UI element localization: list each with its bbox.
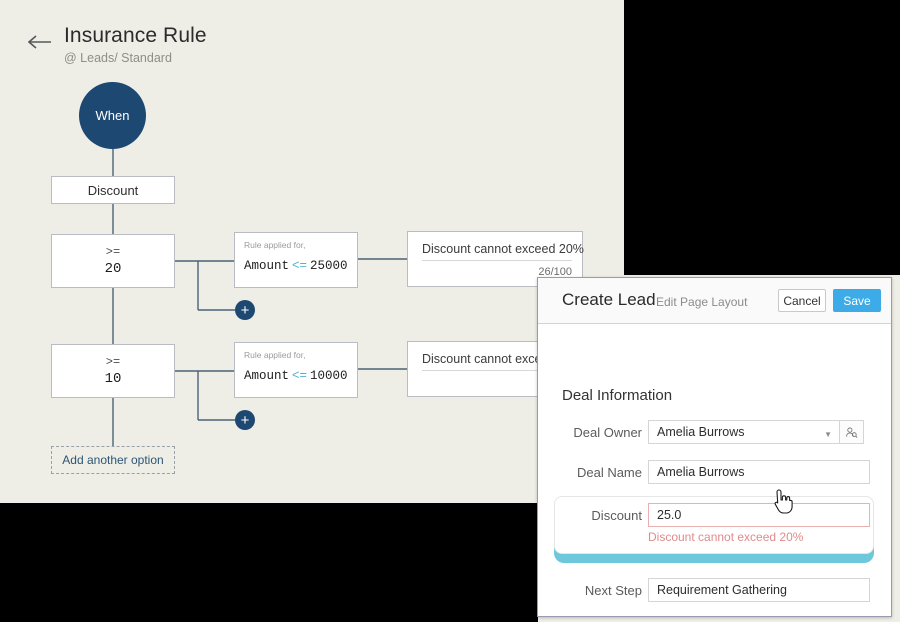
condition-2-value: 10	[104, 370, 122, 387]
cancel-button[interactable]: Cancel	[778, 289, 826, 312]
form-row-deal-name: Deal Name Amelia Burrows	[538, 460, 891, 484]
discount-label: Discount	[591, 507, 642, 523]
add-another-option-label: Add another option	[62, 453, 164, 467]
next-step-input[interactable]: Requirement Gathering	[648, 578, 870, 602]
add-rule-button-2[interactable]: +	[235, 410, 255, 430]
next-step-value: Requirement Gathering	[657, 583, 787, 597]
flow-node-condition-1[interactable]: >= 20	[51, 234, 175, 288]
user-lookup-icon	[846, 427, 858, 438]
deal-name-value: Amelia Burrows	[657, 465, 745, 479]
section-title-deal-information: Deal Information	[562, 387, 673, 404]
form-row-next-step: Next Step Requirement Gathering	[538, 578, 891, 602]
modal-title: Create Lead	[562, 290, 656, 309]
add-another-option-button[interactable]: Add another option	[51, 446, 175, 474]
rule-2-field: Amount	[244, 369, 290, 383]
chevron-down-icon[interactable]: ▼	[824, 431, 832, 439]
form-row-discount: Discount 25.0	[538, 503, 891, 527]
flow-node-rule-2[interactable]: Rule applied for, Amount <= 10000	[234, 342, 358, 398]
occluded-region-bottom	[0, 503, 538, 622]
deal-owner-lookup-button[interactable]	[840, 420, 864, 444]
edit-page-layout-link[interactable]: Edit Page Layout	[656, 295, 747, 309]
flow-node-when[interactable]: When	[79, 82, 146, 149]
modal-body: Deal Information Deal Owner Amelia Burro…	[538, 324, 891, 616]
condition-1-value: 20	[104, 260, 122, 277]
flow-node-field-label: Discount	[87, 182, 139, 198]
add-rule-button-1[interactable]: +	[235, 300, 255, 320]
create-lead-modal: Create Lead Edit Page Layout Cancel Save…	[537, 277, 892, 617]
discount-error-message: Discount cannot exceed 20%	[648, 530, 804, 544]
deal-owner-label: Deal Owner	[573, 424, 642, 440]
flow-node-field-discount[interactable]: Discount	[51, 176, 175, 204]
flow-node-rule-1[interactable]: Rule applied for, Amount <= 25000	[234, 232, 358, 288]
next-step-label: Next Step	[584, 582, 642, 598]
condition-2-operator: >=	[105, 354, 121, 369]
deal-owner-value: Amelia Burrows	[657, 425, 745, 439]
deal-owner-input[interactable]: Amelia Burrows ▼	[648, 420, 840, 444]
plus-icon: +	[240, 411, 250, 429]
flow-node-when-label: When	[95, 108, 130, 123]
rule-2-expression: Amount <= 10000	[244, 369, 348, 383]
discount-input[interactable]: 25.0	[648, 503, 870, 527]
rule-1-operator: <=	[292, 259, 308, 273]
form-row-deal-owner: Deal Owner Amelia Burrows ▼	[538, 420, 891, 444]
flow-node-condition-2[interactable]: >= 10	[51, 344, 175, 398]
rule-2-value: 10000	[310, 369, 348, 383]
action-1-message: Discount cannot exceed 20%	[422, 242, 584, 261]
rule-1-expression: Amount <= 25000	[244, 259, 348, 273]
rule-1-value: 25000	[310, 259, 348, 273]
flow-canvas: Insurance Rule @ Leads/ Standard When Di…	[0, 0, 900, 622]
condition-1-operator: >=	[105, 244, 121, 259]
rule-2-caption: Rule applied for,	[244, 350, 306, 360]
rule-1-caption: Rule applied for,	[244, 240, 306, 250]
discount-value: 25.0	[657, 508, 682, 522]
deal-name-input[interactable]: Amelia Burrows	[648, 460, 870, 484]
modal-header: Create Lead Edit Page Layout Cancel Save	[538, 278, 891, 324]
occluded-region-right	[624, 0, 900, 275]
save-button[interactable]: Save	[833, 289, 881, 312]
deal-name-label: Deal Name	[576, 464, 642, 480]
rule-1-field: Amount	[244, 259, 290, 273]
rule-2-operator: <=	[292, 369, 308, 383]
plus-icon: +	[240, 301, 250, 319]
